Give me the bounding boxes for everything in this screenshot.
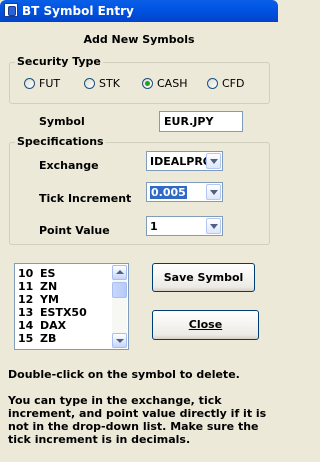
specifications-legend: Specifications bbox=[15, 135, 106, 148]
exchange-dropdown-icon[interactable] bbox=[206, 153, 221, 169]
list-scrollbar[interactable] bbox=[112, 265, 127, 348]
radio-cfd[interactable]: CFD bbox=[207, 77, 244, 90]
exchange-label: Exchange bbox=[39, 159, 99, 172]
close-label: Close bbox=[188, 318, 223, 331]
list-item[interactable]: 11 ZN bbox=[18, 280, 110, 293]
scroll-thumb[interactable] bbox=[112, 282, 127, 298]
point-value-value: 1 bbox=[150, 220, 158, 233]
security-type-legend: Security Type bbox=[15, 55, 103, 68]
save-symbol-button[interactable]: Save Symbol bbox=[152, 263, 255, 292]
radio-cash-label: CASH bbox=[157, 77, 188, 90]
radio-stk-indicator bbox=[84, 78, 95, 89]
radio-stk-label: STK bbox=[99, 77, 120, 90]
list-item-number: 14 bbox=[18, 319, 34, 332]
tick-increment-combo[interactable]: 0.005 bbox=[146, 182, 223, 202]
list-item-symbol: ES bbox=[40, 267, 56, 280]
point-value-dropdown-icon[interactable] bbox=[206, 218, 221, 234]
help-instructions-text: You can type in the exchange, tick incre… bbox=[8, 394, 267, 446]
app-icon bbox=[4, 3, 18, 17]
tick-increment-label: Tick Increment bbox=[39, 192, 132, 205]
save-symbol-label: Save Symbol bbox=[163, 271, 244, 284]
radio-fut-indicator bbox=[24, 78, 35, 89]
list-item[interactable]: 13 ESTX50 bbox=[18, 306, 110, 319]
dialog-caption: Add New Symbols bbox=[83, 33, 195, 46]
list-item-number: 12 bbox=[18, 293, 34, 306]
radio-fut[interactable]: FUT bbox=[24, 77, 60, 90]
symbol-label: Symbol bbox=[39, 115, 85, 128]
radio-cfd-indicator bbox=[207, 78, 218, 89]
radio-fut-label: FUT bbox=[39, 77, 61, 90]
title-bar: BT Symbol Entry bbox=[0, 0, 278, 22]
list-item-symbol: YM bbox=[40, 293, 59, 306]
scroll-down-icon[interactable] bbox=[112, 333, 127, 348]
exchange-value: IDEALPRO bbox=[150, 155, 213, 168]
list-item-symbol: ZB bbox=[40, 332, 57, 345]
list-item[interactable]: 14 DAX bbox=[18, 319, 110, 332]
list-item-number: 10 bbox=[18, 267, 34, 280]
list-item[interactable]: 12 YM bbox=[18, 293, 110, 306]
tick-increment-value: 0.005 bbox=[150, 186, 187, 199]
list-item-symbol: ZN bbox=[40, 280, 58, 293]
exchange-combo[interactable]: IDEALPRO bbox=[146, 151, 223, 171]
list-item-number: 13 bbox=[18, 306, 34, 319]
symbol-input[interactable]: EUR.JPY bbox=[159, 111, 243, 132]
list-item[interactable]: 15 ZB bbox=[18, 332, 110, 345]
list-item-number: 11 bbox=[18, 280, 34, 293]
list-item-symbol: DAX bbox=[40, 319, 67, 332]
radio-stk[interactable]: STK bbox=[84, 77, 120, 90]
window-title: BT Symbol Entry bbox=[22, 4, 134, 18]
radio-cash-indicator bbox=[142, 78, 153, 89]
symbol-listbox[interactable]: 10 ES 11 ZN 12 YM 13 ESTX50 14 DAX 15 ZB bbox=[14, 263, 129, 350]
close-button[interactable]: Close bbox=[152, 310, 259, 340]
list-item-symbol: ESTX50 bbox=[40, 306, 87, 319]
radio-cash[interactable]: CASH bbox=[142, 77, 187, 90]
tick-increment-dropdown-icon[interactable] bbox=[206, 184, 221, 200]
list-item[interactable]: 10 ES bbox=[18, 267, 110, 280]
point-value-combo[interactable]: 1 bbox=[146, 216, 223, 236]
scroll-up-icon[interactable] bbox=[112, 265, 127, 280]
help-delete-text: Double-click on the symbol to delete. bbox=[8, 368, 240, 381]
list-item-number: 15 bbox=[18, 332, 34, 345]
point-value-label: Point Value bbox=[39, 224, 110, 237]
security-type-group: Security Type FUT STK CASH CFD bbox=[9, 55, 270, 104]
radio-cfd-label: CFD bbox=[222, 77, 245, 90]
